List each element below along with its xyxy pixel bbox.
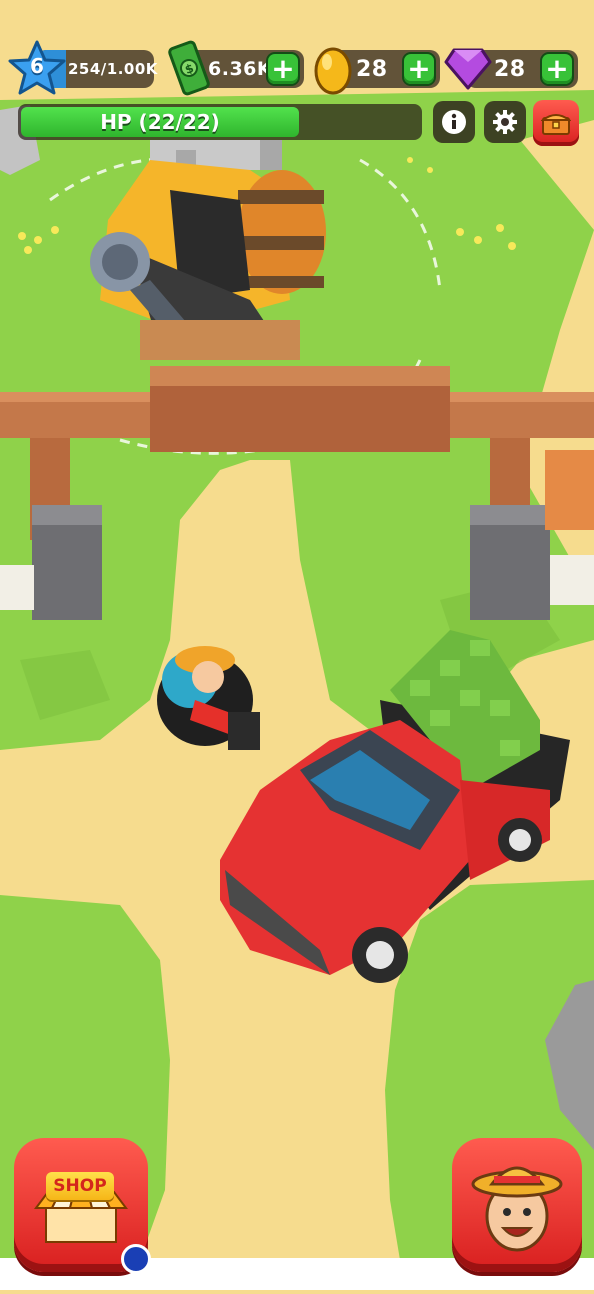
eggs-amount: 28 — [356, 56, 388, 82]
profile-button[interactable] — [452, 1138, 582, 1272]
xp-text: 254/1.00K — [68, 60, 158, 78]
info-button[interactable] — [433, 101, 475, 143]
settings-button[interactable] — [484, 101, 526, 143]
level-number: 6 — [30, 54, 44, 78]
level-badge[interactable]: 6 — [8, 40, 66, 96]
hud-top: 254/1.00K 6 6.36K + $ 28 + 28 + HP (22/2… — [0, 0, 594, 150]
hp-text: HP (22/22) — [100, 110, 220, 134]
shop-label: SHOP — [46, 1172, 114, 1200]
info-icon — [442, 110, 466, 134]
game-world[interactable] — [0, 0, 594, 1290]
gems-amount: 28 — [494, 56, 526, 82]
game-world-art — [0, 0, 594, 1290]
hp-bar: HP (22/22) — [18, 104, 422, 140]
gem-icon — [444, 48, 492, 90]
add-cash-button[interactable]: + — [268, 54, 298, 84]
add-gems-button[interactable]: + — [542, 54, 572, 84]
gear-icon — [493, 110, 517, 134]
cash-bundle-icon: $ — [168, 40, 210, 96]
chest-icon — [541, 114, 571, 135]
shop-notification-dot — [121, 1244, 151, 1274]
golden-egg-icon — [314, 47, 352, 95]
add-eggs-button[interactable]: + — [404, 54, 434, 84]
chest-button[interactable] — [533, 100, 579, 146]
farmer-avatar-icon — [471, 1166, 563, 1252]
cash-amount: 6.36K — [208, 58, 273, 80]
